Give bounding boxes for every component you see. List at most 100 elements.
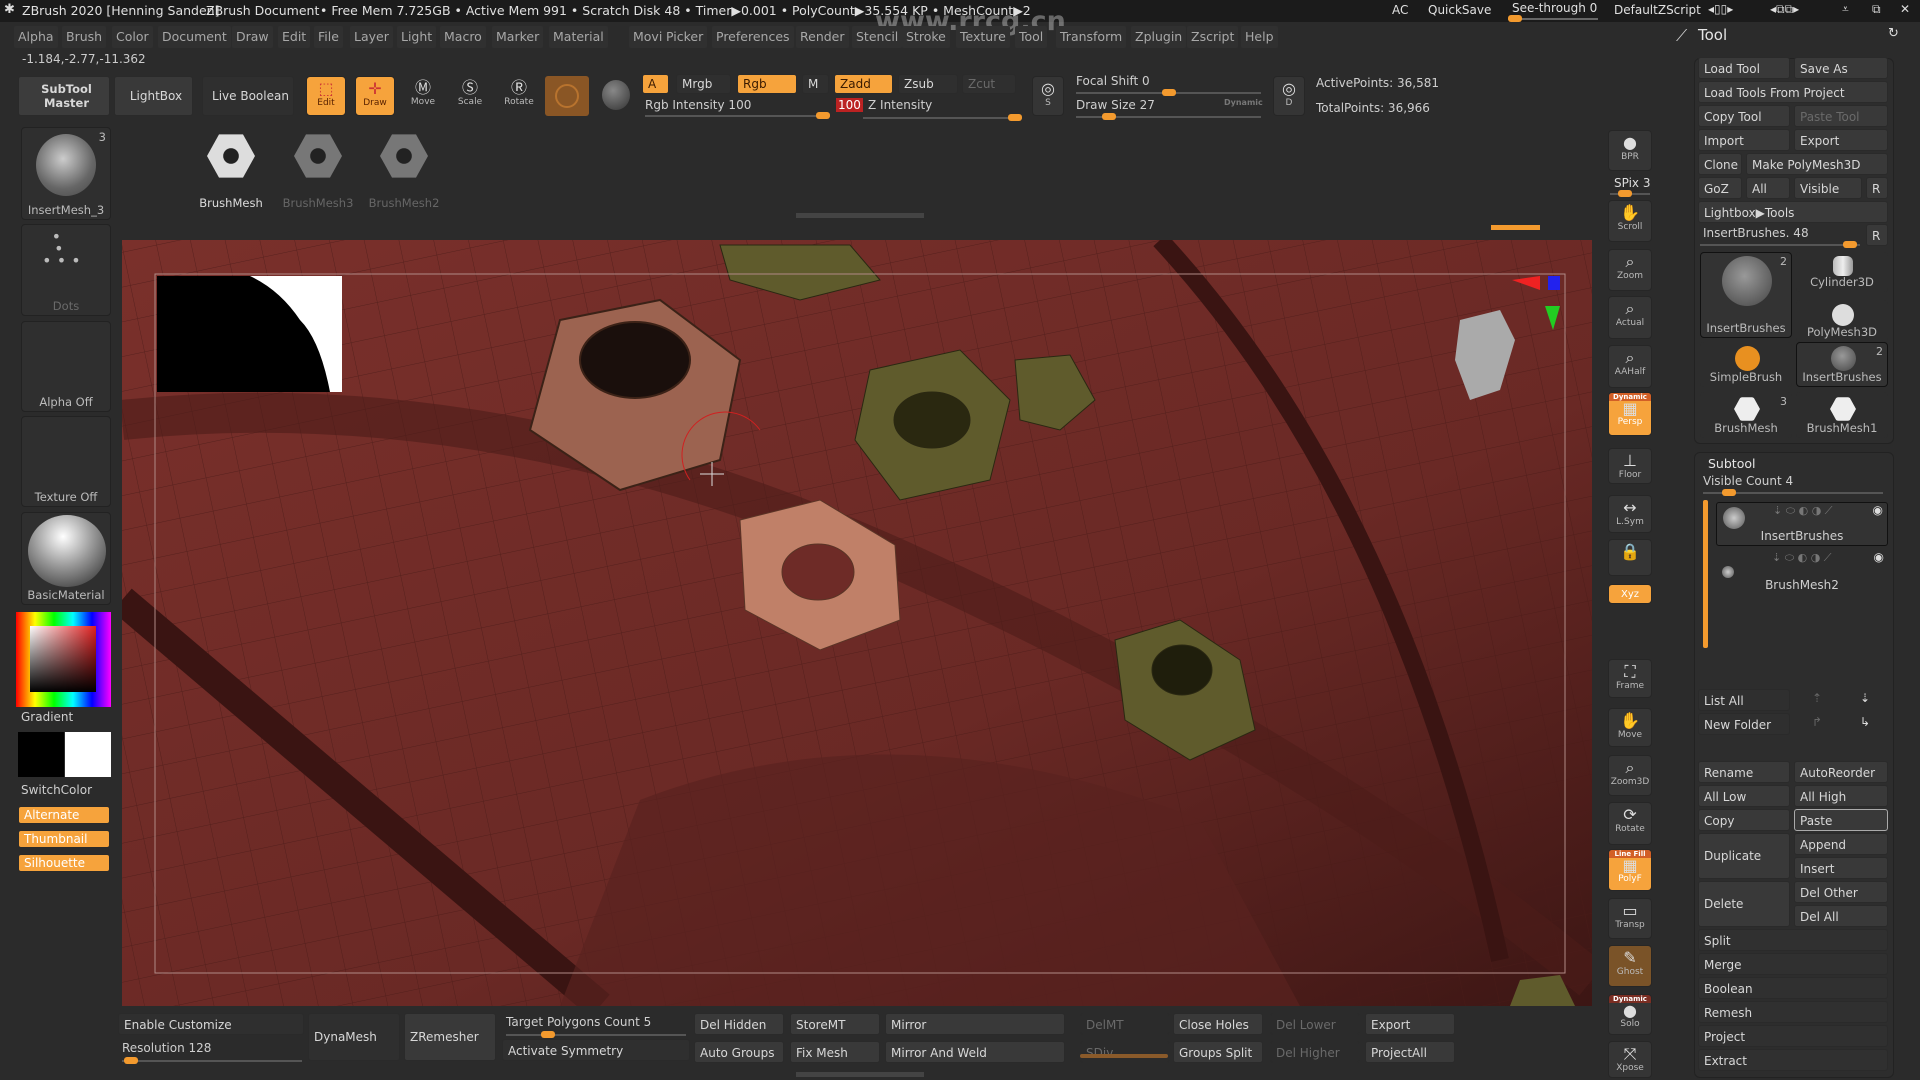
dynamesh-button[interactable]: DynaMesh bbox=[308, 1013, 400, 1061]
tool-r-button[interactable]: R bbox=[1866, 224, 1888, 246]
lightbox-button[interactable]: LightBox bbox=[114, 76, 193, 116]
menu-item-preferences[interactable]: Preferences bbox=[712, 26, 794, 48]
make-polymesh3d-button[interactable]: Make PolyMesh3D bbox=[1746, 153, 1888, 175]
goz-button[interactable]: GoZ bbox=[1698, 177, 1742, 199]
color-picker-square[interactable] bbox=[30, 626, 96, 692]
folder-arrow-icon[interactable]: ↱ bbox=[1812, 715, 1822, 729]
tool-thumb-insertbrushes[interactable]: InsertBrushes 2 bbox=[1796, 342, 1888, 387]
tool-slider-knob[interactable] bbox=[1843, 241, 1857, 248]
alpha-button[interactable]: Alpha Off bbox=[21, 321, 111, 412]
resolution-slider[interactable] bbox=[122, 1060, 302, 1062]
mirror-weld-button[interactable]: Mirror And Weld bbox=[885, 1041, 1065, 1063]
copy-subtool-button[interactable]: Copy bbox=[1698, 809, 1790, 831]
minimize-icon[interactable]: ⩡ bbox=[1842, 2, 1849, 17]
all-low-button[interactable]: All Low bbox=[1698, 785, 1790, 807]
menu-item-picker[interactable]: Picker bbox=[662, 26, 708, 48]
a-toggle[interactable]: A bbox=[642, 74, 669, 94]
stroke-dots-button[interactable]: • • • • • Dots bbox=[21, 224, 111, 316]
menu-item-marker[interactable]: Marker bbox=[492, 26, 544, 48]
menu-item-zplugin[interactable]: Zplugin bbox=[1131, 26, 1187, 48]
subtool-master-button[interactable]: SubTool Master bbox=[18, 76, 110, 116]
remesh-section[interactable]: Remesh bbox=[1698, 1001, 1888, 1023]
dynamic-toggle[interactable]: Dynamic bbox=[1224, 98, 1263, 107]
paste-subtool-button[interactable]: Paste bbox=[1794, 809, 1888, 831]
zadd-toggle[interactable]: Zadd bbox=[834, 74, 893, 94]
local-symmetry-button[interactable]: ↔ L.Sym bbox=[1608, 495, 1652, 533]
move-up-icon[interactable]: ⇡ bbox=[1812, 691, 1822, 705]
brush-thumb[interactable]: BrushMesh bbox=[191, 128, 271, 212]
lock-camera-button[interactable]: 🔒 bbox=[1608, 539, 1652, 576]
menu-item-edit[interactable]: Edit bbox=[278, 26, 311, 48]
move-view-button[interactable]: ✋ Move bbox=[1608, 708, 1652, 747]
rgb-intensity-knob[interactable] bbox=[816, 112, 830, 119]
target-polygons-knob[interactable] bbox=[541, 1031, 555, 1038]
eye-visibility-icon[interactable]: ◉ bbox=[1874, 550, 1884, 564]
rotate-view-button[interactable]: ⟳ Rotate bbox=[1608, 802, 1652, 845]
z-intensity-slider[interactable] bbox=[863, 117, 1022, 119]
paste-tool-button[interactable]: Paste Tool bbox=[1794, 105, 1888, 127]
xyz-symmetry-button[interactable]: Xyz bbox=[1608, 584, 1652, 604]
m-toggle[interactable]: M bbox=[802, 74, 829, 94]
zoom-button[interactable]: ⌕ Zoom bbox=[1608, 249, 1652, 291]
live-boolean-button[interactable]: Live Boolean bbox=[202, 76, 294, 116]
zsub-toggle[interactable]: Zsub bbox=[898, 74, 958, 94]
color-picker[interactable] bbox=[16, 612, 111, 707]
ac-button[interactable]: AC bbox=[1392, 3, 1408, 17]
draw-button[interactable]: ✛ Draw bbox=[355, 76, 395, 116]
enable-customize-button[interactable]: Enable Customize bbox=[118, 1013, 304, 1035]
subtool-item[interactable]: ⇣ ⬭ ◐ ◑ ⟋ ◉ InsertBrushes bbox=[1716, 502, 1888, 546]
polyframe-button[interactable]: Line Fill ▦ PolyF bbox=[1608, 849, 1652, 891]
menu-item-light[interactable]: Light bbox=[397, 26, 437, 48]
resolution-knob[interactable] bbox=[124, 1057, 138, 1064]
close-holes-button[interactable]: Close Holes bbox=[1173, 1013, 1263, 1035]
activate-symmetry-button[interactable]: Activate Symmetry bbox=[502, 1039, 690, 1061]
delmt-button[interactable]: DelMT bbox=[1080, 1013, 1170, 1035]
append-button[interactable]: Append bbox=[1794, 833, 1888, 855]
brush-thumb[interactable]: BrushMesh2 bbox=[364, 128, 444, 212]
close-icon[interactable]: ✕ bbox=[1900, 2, 1910, 16]
del-lower-button[interactable]: Del Lower bbox=[1270, 1013, 1360, 1035]
goz-r-button[interactable]: R bbox=[1866, 177, 1888, 199]
refresh-icon[interactable]: ↻ bbox=[1888, 26, 1899, 41]
tool-thumb-brushmesh[interactable]: BrushMesh 3 bbox=[1700, 392, 1792, 438]
menu-item-material[interactable]: Material bbox=[549, 26, 608, 48]
rename-button[interactable]: Rename bbox=[1698, 761, 1790, 783]
actual-button[interactable]: ⌕ Actual bbox=[1608, 296, 1652, 339]
projectall-button[interactable]: ProjectAll bbox=[1365, 1041, 1455, 1063]
storemt-button[interactable]: StoreMT bbox=[790, 1013, 880, 1035]
scale-button[interactable]: Ⓢ Scale bbox=[451, 76, 489, 116]
draw-size-knob[interactable] bbox=[1102, 113, 1116, 120]
eye-visibility-icon[interactable]: ◉ bbox=[1873, 503, 1883, 517]
scroll-button[interactable]: ✋ Scroll bbox=[1608, 200, 1652, 242]
boolean-section[interactable]: Boolean bbox=[1698, 977, 1888, 999]
menu-item-layer[interactable]: Layer bbox=[350, 26, 393, 48]
dynamic-d-button[interactable]: ◎ D bbox=[1273, 76, 1305, 116]
split-section[interactable]: Split bbox=[1698, 929, 1888, 951]
menu-item-file[interactable]: File bbox=[314, 26, 343, 48]
move-button[interactable]: Ⓜ Move bbox=[404, 76, 442, 116]
insert-button[interactable]: Insert bbox=[1794, 857, 1888, 879]
del-all-button[interactable]: Del All bbox=[1794, 905, 1888, 927]
subtool-scrollbar[interactable] bbox=[1703, 500, 1708, 648]
tool-thumb-cylinder3d[interactable]: Cylinder3D bbox=[1796, 252, 1888, 292]
layout-arrows-icon[interactable]: ◂▯▯▸ bbox=[1708, 2, 1733, 16]
stroke-sphere-icon[interactable] bbox=[602, 80, 630, 110]
merge-section[interactable]: Merge bbox=[1698, 953, 1888, 975]
see-through-knob[interactable] bbox=[1508, 15, 1522, 22]
rotate-button[interactable]: Ⓡ Rotate bbox=[500, 76, 538, 116]
subtool-item[interactable]: ⇣ ⬭ ◐ ◑ ⟋ ◉ BrushMesh2 bbox=[1716, 550, 1888, 594]
new-folder-button[interactable]: New Folder bbox=[1698, 713, 1790, 735]
visible-count-knob[interactable] bbox=[1722, 489, 1736, 496]
viewport-canvas[interactable] bbox=[122, 240, 1592, 1006]
bottom-collapse-handle[interactable] bbox=[796, 1072, 924, 1077]
window-layout-icon[interactable]: ◂⧉⧉▸ bbox=[1770, 2, 1799, 17]
extract-section[interactable]: Extract bbox=[1698, 1049, 1888, 1071]
edit-button[interactable]: ⬚ Edit bbox=[306, 76, 346, 116]
focal-shift-knob[interactable] bbox=[1162, 89, 1176, 96]
all-high-button[interactable]: All High bbox=[1794, 785, 1888, 807]
aahalf-button[interactable]: ⌕ AAHalf bbox=[1608, 345, 1652, 388]
sdiv-button[interactable]: SDiv bbox=[1080, 1041, 1170, 1063]
fix-mesh-button[interactable]: Fix Mesh bbox=[790, 1041, 880, 1063]
move-down-icon[interactable]: ⇣ bbox=[1860, 691, 1870, 705]
material-swatch[interactable] bbox=[545, 76, 589, 116]
